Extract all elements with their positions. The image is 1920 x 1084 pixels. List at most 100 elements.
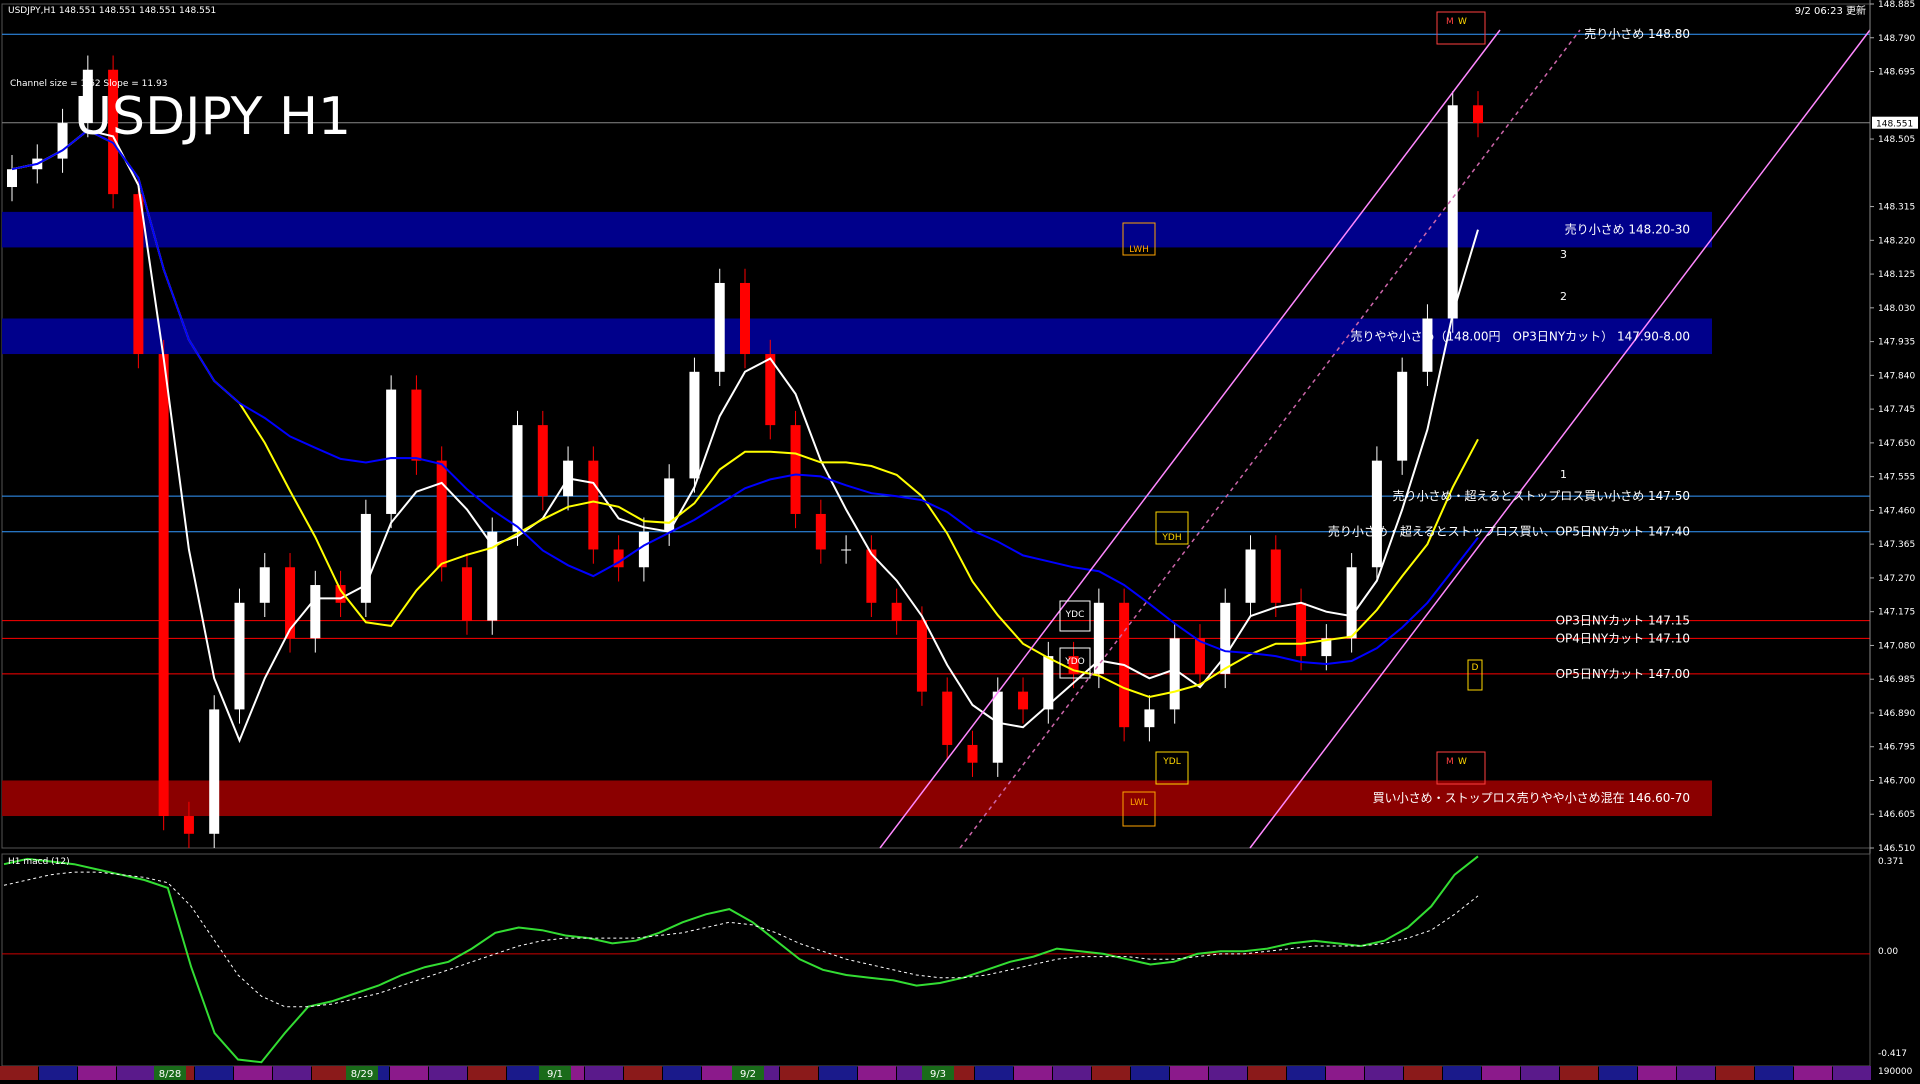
date-segment bbox=[273, 1066, 311, 1080]
date-segment bbox=[1560, 1066, 1598, 1080]
axis-tick-label: 148.315 bbox=[1878, 203, 1915, 213]
box-d: D bbox=[1467, 659, 1483, 691]
indicator-lines-layer bbox=[11, 29, 1871, 849]
date-label: 9/2 bbox=[740, 1069, 756, 1080]
candle bbox=[613, 535, 624, 582]
candle-body bbox=[183, 816, 194, 834]
date-segment bbox=[1794, 1066, 1832, 1080]
candle bbox=[1169, 624, 1180, 724]
candle-body bbox=[1144, 709, 1155, 728]
date-segment bbox=[1365, 1066, 1403, 1080]
candle-body bbox=[1018, 691, 1029, 710]
candle bbox=[310, 570, 321, 653]
candle bbox=[1220, 588, 1231, 689]
date-segment bbox=[1677, 1066, 1715, 1080]
candle bbox=[790, 410, 801, 529]
symbol-line: USDJPY,H1 148.551 148.551 148.551 148.55… bbox=[8, 6, 216, 16]
date-segment bbox=[1170, 1066, 1208, 1080]
date-segment bbox=[624, 1066, 662, 1080]
candle bbox=[1043, 641, 1054, 724]
macd-axis-top: 0.371 bbox=[1878, 857, 1904, 867]
axis-tick-label: 146.605 bbox=[1878, 810, 1915, 820]
candle bbox=[1296, 588, 1307, 671]
date-segment bbox=[1287, 1066, 1325, 1080]
axis-tick-label: 148.885 bbox=[1878, 0, 1915, 10]
date-segment bbox=[234, 1066, 272, 1080]
candle-body bbox=[916, 620, 927, 692]
svg-text:LWH: LWH bbox=[1129, 245, 1149, 255]
date-segment bbox=[0, 1066, 38, 1080]
candle bbox=[360, 499, 371, 618]
candle bbox=[1093, 588, 1104, 689]
candle bbox=[1371, 446, 1382, 582]
candle-body bbox=[588, 460, 599, 550]
current-price-label: 148.551 bbox=[1876, 120, 1913, 130]
macd-axis-zero: 0.00 bbox=[1878, 947, 1898, 957]
candle bbox=[714, 268, 725, 387]
macd-border bbox=[1, 853, 1871, 1067]
date-segment bbox=[1521, 1066, 1559, 1080]
candle-body bbox=[1346, 567, 1357, 639]
candle-body bbox=[259, 567, 270, 603]
axis-tick-label: 147.270 bbox=[1878, 574, 1915, 584]
level-label: 売り小さめ・超えるとストップロス買い小さめ 147.50 bbox=[1393, 488, 1690, 503]
candle bbox=[942, 677, 953, 760]
candle-body bbox=[1169, 638, 1180, 710]
axis-tick-label: 147.460 bbox=[1878, 506, 1915, 516]
date-segment bbox=[1716, 1066, 1754, 1080]
svg-text:W: W bbox=[1458, 17, 1467, 27]
zone-label: 売りやや小さめ（148.00円 OP3日NYカット） 147.90-8.00 bbox=[1351, 328, 1690, 343]
date-segment bbox=[312, 1066, 350, 1080]
zone-label: 買い小さめ・ストップロス売りやや小さめ混在 146.60-70 bbox=[1373, 790, 1690, 805]
macd-signal-line bbox=[3, 871, 1479, 1008]
candle bbox=[740, 268, 750, 369]
axis-tick-label: 147.080 bbox=[1878, 641, 1915, 651]
candle-body bbox=[942, 691, 953, 745]
date-label: 9/3 bbox=[930, 1069, 946, 1080]
zone-label: 売り小さめ 148.20-30 bbox=[1565, 222, 1690, 237]
axis-tick-label: 146.510 bbox=[1878, 844, 1915, 854]
date-segment bbox=[819, 1066, 857, 1080]
date-segment bbox=[663, 1066, 701, 1080]
date-segment bbox=[1599, 1066, 1637, 1080]
box-mw-bottom: MW bbox=[1436, 751, 1486, 785]
date-segment bbox=[585, 1066, 623, 1080]
date-bar: 8/28 8/29 9/1 9/2 9/3 bbox=[0, 1066, 1871, 1080]
axis-tick-label: 148.125 bbox=[1878, 270, 1915, 280]
candle bbox=[1473, 91, 1483, 138]
candle bbox=[1447, 91, 1458, 333]
candle-body bbox=[1220, 602, 1231, 674]
candle bbox=[765, 339, 776, 440]
date-segment bbox=[1638, 1066, 1676, 1080]
date-segment bbox=[429, 1066, 467, 1080]
candle-body bbox=[133, 194, 144, 355]
page-title: USDJPY H1 bbox=[74, 87, 351, 147]
svg-text:M: M bbox=[1446, 757, 1454, 767]
date-segment bbox=[78, 1066, 116, 1080]
candle-body bbox=[689, 371, 700, 479]
svg-text:W: W bbox=[1458, 757, 1467, 767]
date-segment bbox=[1755, 1066, 1793, 1080]
macd-axis-bottom: -0.417 bbox=[1878, 1049, 1907, 1059]
date-segment bbox=[780, 1066, 818, 1080]
candle-body bbox=[992, 691, 1003, 763]
candle-body bbox=[790, 425, 801, 514]
candle bbox=[234, 588, 245, 724]
axis-tick-label: 146.985 bbox=[1878, 675, 1915, 685]
candle-body bbox=[1447, 105, 1458, 319]
date-segment bbox=[1209, 1066, 1247, 1080]
svg-text:YDH: YDH bbox=[1161, 533, 1181, 543]
update-datetime: 9/2 06:23 更新 bbox=[1795, 4, 1866, 17]
svg-text:LWL: LWL bbox=[1130, 798, 1148, 808]
candle bbox=[209, 695, 220, 848]
axis-tick-label: 147.840 bbox=[1878, 371, 1915, 381]
candle-body bbox=[461, 567, 472, 621]
axis-tick-label: 146.795 bbox=[1878, 743, 1915, 753]
candle bbox=[487, 517, 498, 635]
candle-body bbox=[1397, 371, 1408, 461]
date-segment bbox=[1092, 1066, 1130, 1080]
date-segment bbox=[1482, 1066, 1520, 1080]
candle-body bbox=[436, 460, 447, 568]
axis-tick-label: 148.505 bbox=[1878, 135, 1915, 145]
ma-long-line bbox=[11, 129, 1479, 666]
